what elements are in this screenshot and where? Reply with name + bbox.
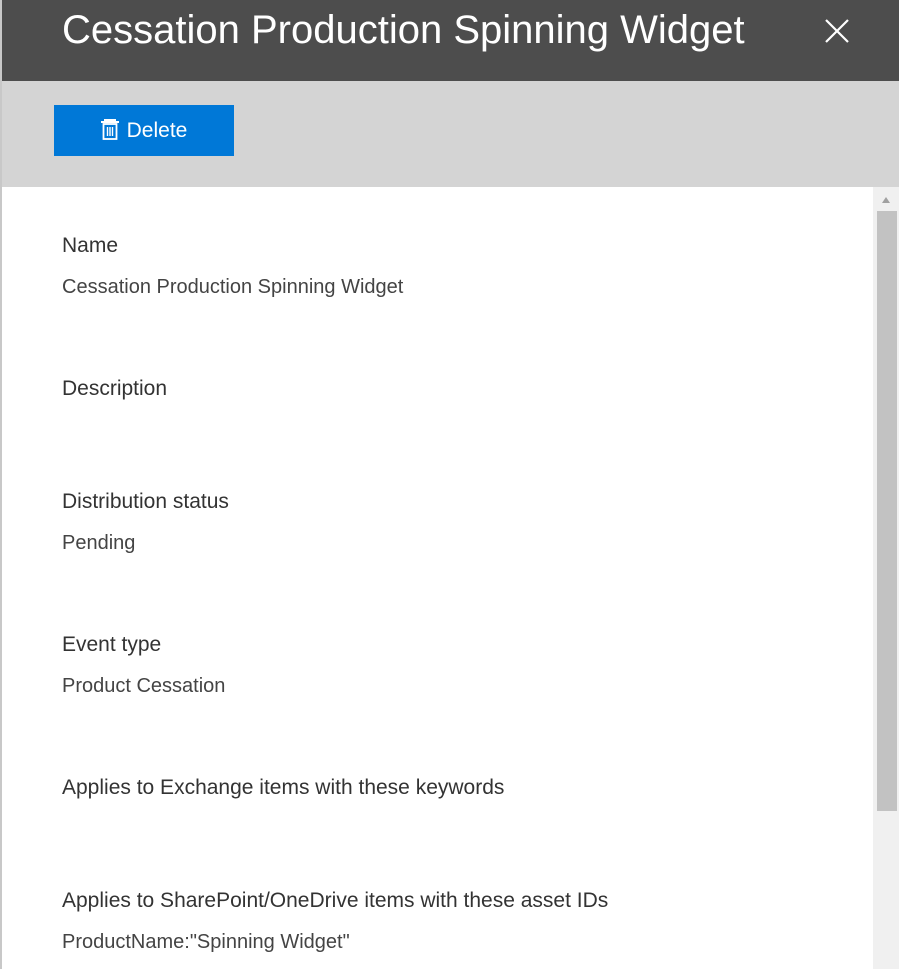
field-label: Distribution status — [62, 490, 229, 513]
command-bar: Delete — [2, 81, 899, 187]
field-label: Event type — [62, 633, 162, 656]
field-value: Product Cessation — [62, 675, 226, 697]
details-panel: Cessation Production Spinning Widget Del… — [2, 0, 899, 969]
field-description: Description — [62, 376, 167, 417]
close-icon — [825, 19, 849, 43]
trash-icon — [100, 118, 119, 140]
delete-button-label: Delete — [126, 118, 188, 142]
field-exchange-keywords: Applies to Exchange items with these key… — [62, 775, 504, 816]
scroll-up-button[interactable] — [873, 187, 899, 211]
field-sharepoint-asset-ids: Applies to SharePoint/OneDrive items wit… — [62, 888, 608, 955]
panel-title: Cessation Production Spinning Widget — [62, 8, 745, 52]
vertical-scrollbar[interactable] — [873, 187, 899, 969]
details-content: Name Cessation Production Spinning Widge… — [2, 187, 873, 969]
field-distribution-status: Distribution status Pending — [62, 489, 229, 556]
field-value: ProductName:"Spinning Widget" — [62, 931, 350, 953]
field-label: Applies to Exchange items with these key… — [62, 776, 505, 799]
field-event-type: Event type Product Cessation — [62, 632, 225, 699]
delete-button[interactable]: Delete — [54, 105, 234, 156]
field-label: Applies to SharePoint/OneDrive items wit… — [62, 889, 609, 912]
field-name: Name Cessation Production Spinning Widge… — [62, 233, 403, 300]
field-label: Description — [62, 377, 168, 400]
field-value: Pending — [62, 532, 136, 554]
close-button[interactable] — [820, 14, 854, 48]
scroll-thumb[interactable] — [877, 211, 897, 811]
field-value: Cessation Production Spinning Widget — [62, 276, 404, 298]
field-label: Name — [62, 234, 119, 257]
panel-header: Cessation Production Spinning Widget — [2, 0, 899, 81]
scroll-up-arrow-icon — [882, 197, 890, 203]
